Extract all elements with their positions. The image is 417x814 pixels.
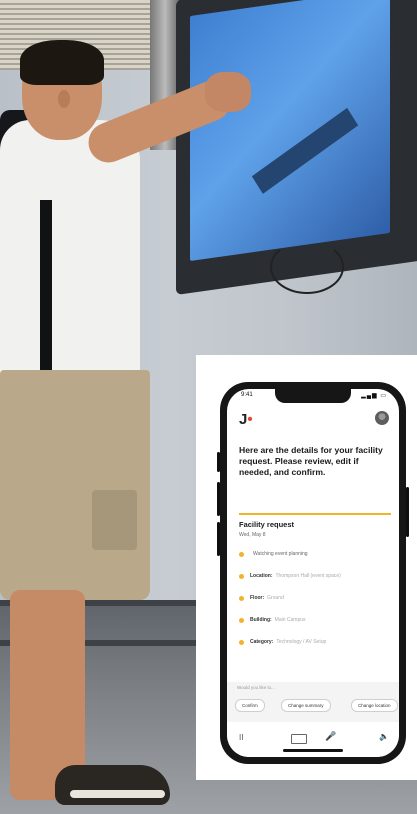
assistant-message: Here are the details for your facility r… bbox=[239, 445, 383, 477]
field-key: Floor: bbox=[250, 595, 265, 601]
pause-icon[interactable]: II bbox=[239, 733, 243, 742]
request-field[interactable]: Building: Main Campus bbox=[239, 615, 389, 625]
field-bullet-icon bbox=[239, 595, 244, 601]
keyboard-icon[interactable] bbox=[291, 734, 307, 744]
field-value: Ground bbox=[267, 595, 284, 601]
field-value: Thompson Hall (event space) bbox=[275, 573, 341, 579]
field-key: Location: bbox=[250, 573, 273, 579]
touchscreen-display bbox=[190, 0, 390, 262]
field-bullet-icon bbox=[239, 639, 244, 645]
request-field[interactable]: Floor: Ground bbox=[239, 593, 389, 603]
person-shorts bbox=[0, 370, 150, 600]
phone-button bbox=[217, 482, 220, 516]
request-field[interactable]: Location: Thompson Hall (event space) bbox=[239, 571, 389, 581]
display-graphic bbox=[251, 107, 359, 194]
bottom-toolbar bbox=[227, 724, 399, 757]
shorts-pocket bbox=[92, 490, 137, 550]
field-key: Building: bbox=[250, 617, 272, 623]
person-hair bbox=[20, 40, 104, 85]
person-hand bbox=[205, 72, 251, 112]
card-date: Wed, May 8 bbox=[239, 532, 266, 538]
field-value: Watching event planning bbox=[253, 551, 308, 557]
phone-mockup-panel: 9:41 ▂▄▆ ▭ J• Here are the details for y… bbox=[196, 355, 417, 780]
phone-button bbox=[217, 452, 220, 472]
person-ear bbox=[58, 90, 70, 108]
person-shoe bbox=[55, 765, 170, 805]
status-icons: ▂▄▆ ▭ bbox=[361, 393, 387, 399]
phone-screen: 9:41 ▂▄▆ ▭ J• Here are the details for y… bbox=[227, 389, 399, 757]
field-key: Category: bbox=[250, 639, 274, 645]
field-value: Technology / AV Setup bbox=[276, 639, 327, 645]
home-indicator[interactable] bbox=[283, 749, 343, 752]
status-time: 9:41 bbox=[241, 392, 253, 398]
shoe-sole bbox=[70, 790, 165, 798]
request-field[interactable]: Watching event planning bbox=[239, 549, 389, 559]
phone-button bbox=[217, 522, 220, 556]
mic-icon[interactable]: 🎤 bbox=[325, 731, 336, 742]
card-title: Facility request bbox=[239, 520, 295, 529]
phone-button bbox=[406, 487, 409, 537]
phone-frame: 9:41 ▂▄▆ ▭ J• Here are the details for y… bbox=[217, 382, 409, 764]
accent-divider bbox=[239, 513, 391, 515]
field-bullet-icon bbox=[239, 573, 244, 579]
person-shirt bbox=[0, 120, 140, 390]
speaker-icon[interactable]: 🔈 bbox=[379, 732, 389, 741]
change-location-chip[interactable]: Change location bbox=[351, 699, 398, 712]
app-logo-dot: • bbox=[247, 411, 253, 428]
screen-cable bbox=[270, 240, 344, 294]
field-bullet-icon bbox=[239, 617, 244, 623]
app-logo[interactable]: J• bbox=[239, 411, 253, 428]
suggestions-label: Would you like to... bbox=[237, 685, 275, 690]
change-summary-chip[interactable]: Change summary bbox=[281, 699, 331, 712]
phone-notch bbox=[275, 389, 351, 403]
field-value: Main Campus bbox=[274, 617, 306, 623]
avatar[interactable] bbox=[375, 411, 389, 425]
request-field[interactable]: Category: Technology / AV Setup bbox=[239, 637, 389, 647]
field-bullet-icon bbox=[239, 551, 244, 557]
confirm-chip[interactable]: Confirm bbox=[235, 699, 265, 712]
